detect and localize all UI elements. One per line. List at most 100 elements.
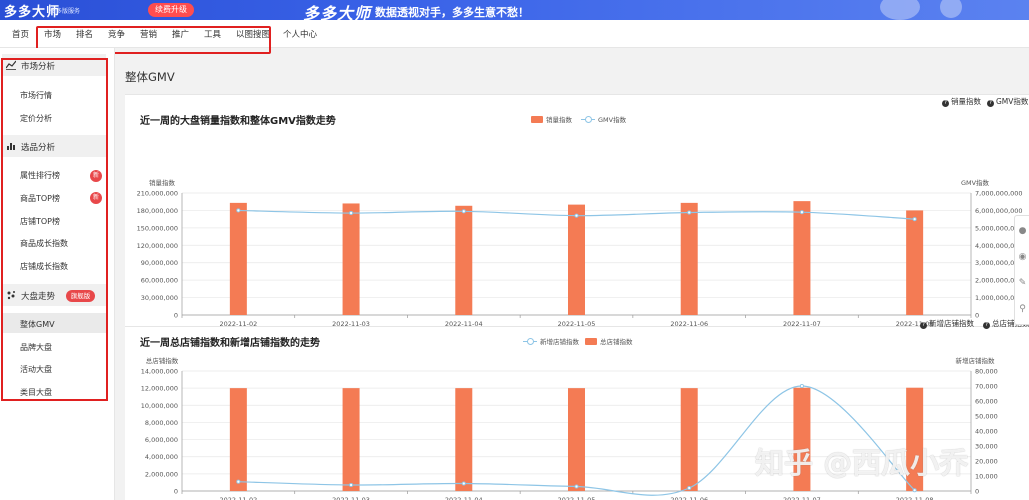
y-right-tick-label: 60,000 [975,398,998,406]
upgrade-button[interactable]: 续费升级 [148,3,194,17]
question-icon: ? [987,100,994,107]
question-icon: ? [983,322,990,329]
bar [229,388,247,491]
slogan-brand: 多多大师 [303,4,372,20]
legend-bar-swatch [531,116,543,123]
nav-home[interactable]: 首页 [12,28,29,40]
chart-panel-sales: ? 销量指数 ? GMV指数 近一周的大盘销量指数和整体GMV指数走势 销量指数 G… [125,94,1029,356]
line-point [349,482,354,488]
line-point [574,484,579,489]
main-content: 整体GMV ? 销量指数 ? GMV指数 近一周的大盘销量指数和整体GMV指数走势 … [115,48,1029,500]
bar [680,388,698,491]
legend-new-shops[interactable]: 新增店铺指数 [523,336,579,346]
help-sales[interactable]: ? 销量指数 [942,96,981,107]
bar [455,388,473,491]
y-right-tick-label: 10,000 [975,473,998,481]
y-left-tick-label: 150,000,000 [137,224,178,232]
bell-icon[interactable]: ● [1017,226,1028,237]
x-tick-label: 2022-11-06 [670,496,708,500]
x-tick-label: 2022-11-03 [332,496,370,500]
slogan: 数据透视对手，多多生意不愁！ [375,6,529,19]
top-banner: 多多大师 多多版服务 续费升级 多多大师 数据透视对手，多多生意不愁！ [0,0,1029,20]
banner-decoration [880,0,920,20]
legend-sales[interactable]: 销量指数 [531,114,572,124]
legend-line-swatch [523,338,537,345]
y-left-axis-label: 销量指数 [149,178,176,187]
help-new-shops[interactable]: ? 新增店铺指数 [920,318,974,329]
bar [455,205,473,315]
y-right-axis-label: GMV指数 [961,178,990,187]
line-point [687,485,692,491]
legend-total-shops[interactable]: 总店铺指数 [585,336,633,346]
bar [568,204,585,315]
x-tick-label: 2022-11-02 [219,496,257,500]
y-left-tick-label: 90,000,000 [141,259,178,267]
banner-decoration [940,0,962,18]
y-right-tick-label: 40,000 [975,428,998,436]
y-left-tick-label: 120,000,000 [137,242,178,250]
y-left-tick-label: 60,000,000 [141,277,178,285]
question-icon: ? [920,322,927,329]
y-left-tick-label: 14,000,000 [141,368,178,376]
bar [342,388,360,491]
x-tick-label: 2022-11-08 [896,496,934,500]
line-point [912,217,917,222]
y-right-axis-label: 新增店铺指数 [956,356,996,365]
y-left-tick-label: 4,000,000 [145,453,178,461]
line-point [912,488,917,493]
line-point [236,479,241,484]
bar [906,210,924,315]
bar [229,202,247,315]
page-title: 整体GMV [125,70,175,84]
y-right-tick-label: 50,000 [975,413,998,421]
y-left-tick-label: 6,000,000 [145,436,178,444]
line-point [236,208,241,213]
x-tick-label: 2022-11-07 [783,496,821,500]
y-left-tick-label: 180,000,000 [137,207,178,215]
line-point [687,210,692,215]
help-gmv[interactable]: ? GMV指数 [987,96,1028,107]
location-icon[interactable]: ⚲ [1017,304,1028,315]
app-root: 多多大师 多多版服务 续费升级 多多大师 数据透视对手，多多生意不愁！ 首页 市… [0,0,1029,500]
y-left-tick-label: 2,000,000 [145,470,178,478]
sales-gmv-chart: 销量指数 GMV指数 0 30,000,000 60,000,000 90,000,000… [137,178,1023,328]
chat-icon[interactable]: ◉ [1017,252,1028,263]
y-left-tick-label: 30,000,000 [141,294,178,302]
line-point [799,383,804,389]
y-right-tick-label: 30,000 [975,443,998,451]
y-right-tick-label: 0 [975,488,979,496]
y-right-tick-label: 70,000 [975,383,998,391]
x-tick-label: 2022-11-05 [558,496,596,500]
legend-line-swatch [581,116,595,123]
edit-icon[interactable]: ✎ [1017,278,1028,289]
y-left-tick-label: 12,000,000 [141,385,178,393]
y-right-tick-label: 0 [975,312,979,320]
sidebar-highlight-box [1,58,108,401]
legend-gmv[interactable]: GMV指数 [581,114,626,124]
bar [568,388,585,491]
bar [793,201,811,315]
line-point [574,213,579,218]
line-point [461,481,466,486]
y-left-tick-label: 0 [174,488,178,496]
logo-subtitle: 多多版服务 [50,8,81,15]
line-point [461,209,466,214]
y-left-axis-label: 总店铺指数 [146,356,179,365]
bar [342,203,360,315]
y-right-tick-label: 20,000 [975,458,998,466]
y-right-tick-label: 7,000,000,000 [975,190,1023,198]
floating-toolbar: ● ◉ ✎ ⚲ [1014,215,1029,325]
legend-bar-swatch [585,338,597,345]
y-right-tick-label: 80,000 [975,368,998,376]
watermark: 知乎 @西瓜小乔 [755,446,969,480]
x-tick-label: 2022-11-04 [445,496,483,500]
y-left-tick-label: 10,000,000 [141,402,178,410]
y-left-tick-label: 8,000,000 [145,419,178,427]
question-icon: ? [942,100,949,107]
line-point [349,210,354,216]
y-left-tick-label: 210,000,000 [137,190,178,198]
y-left-tick-label: 0 [174,312,178,320]
nav-personal-center[interactable]: 个人中心 [283,28,317,40]
y-right-tick-label: 6,000,000,000 [975,207,1023,215]
line-point [799,210,804,215]
